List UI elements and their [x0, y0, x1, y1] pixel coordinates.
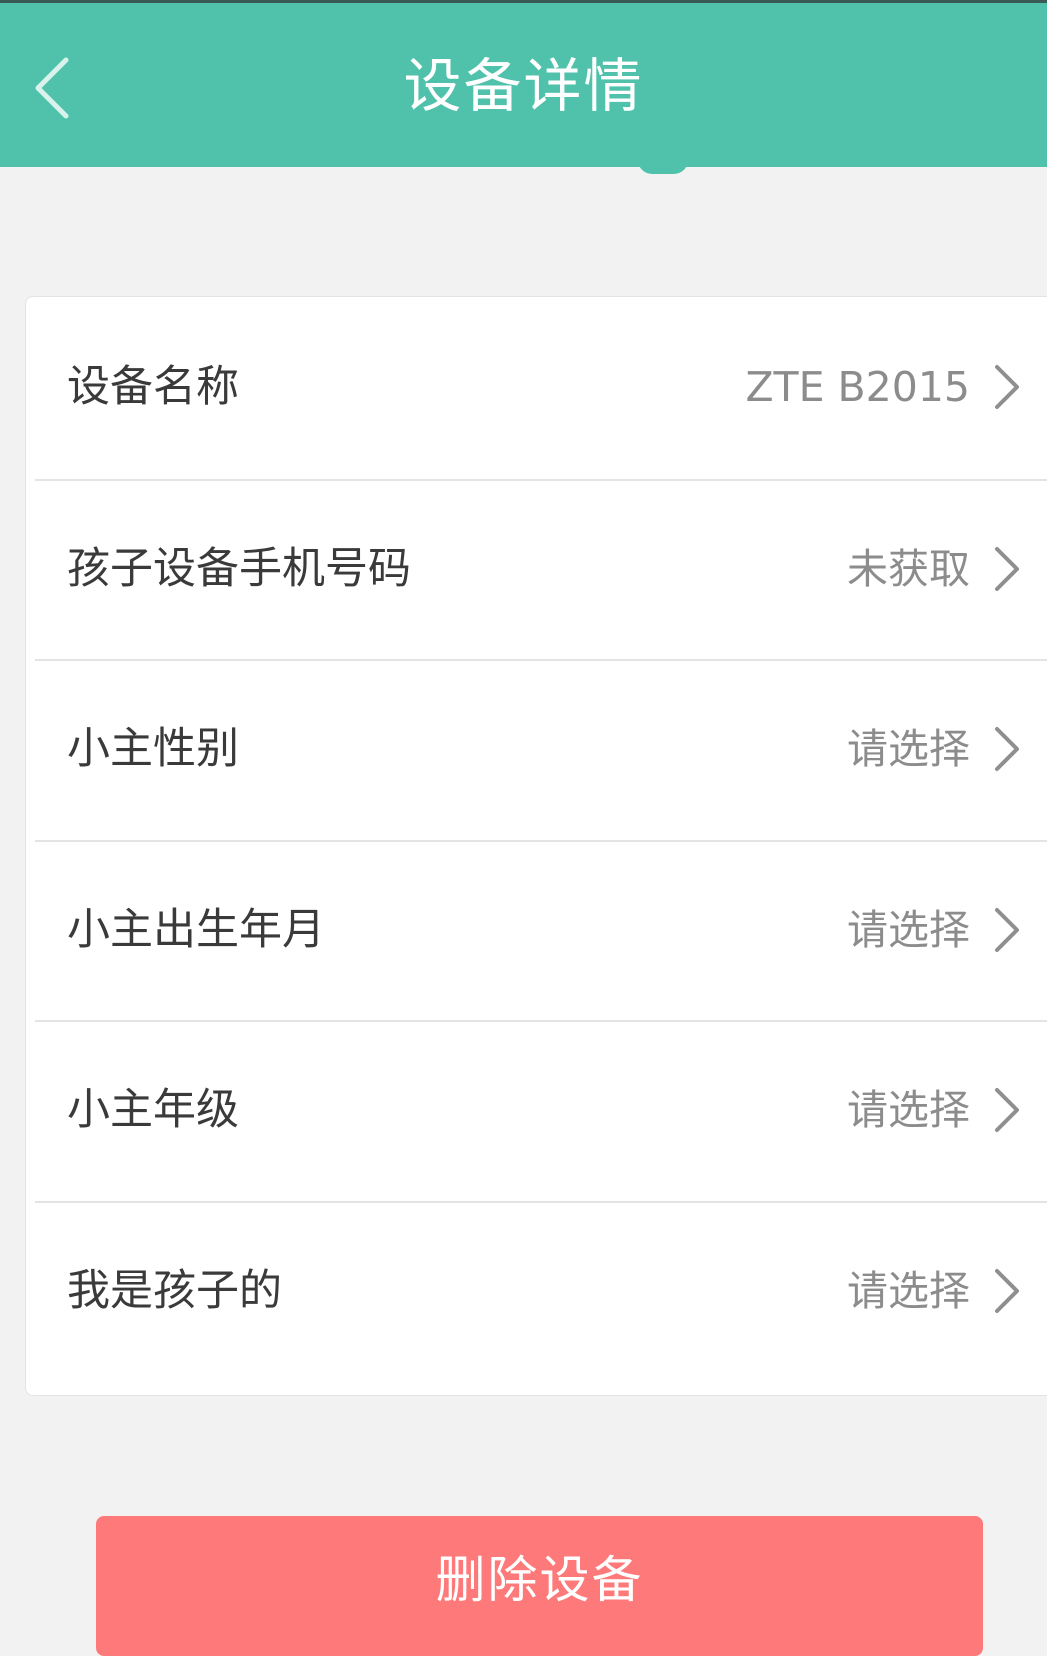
- app-header: 设备详情: [0, 0, 1047, 167]
- chevron-right-icon: [985, 902, 1025, 958]
- row-label: 设备名称: [67, 362, 239, 412]
- delete-device-button[interactable]: 删除设备: [96, 1516, 983, 1656]
- row-value: 请选择: [847, 1086, 970, 1134]
- chevron-right-icon: [985, 541, 1025, 597]
- row-grade[interactable]: 小主年级 请选择: [35, 1020, 1047, 1200]
- row-label: 孩子设备手机号码: [67, 544, 411, 594]
- row-relationship[interactable]: 我是孩子的 请选择: [35, 1201, 1047, 1381]
- row-value: 请选择: [847, 1267, 970, 1315]
- row-phone-number[interactable]: 孩子设备手机号码 未获取: [35, 479, 1047, 659]
- row-label: 我是孩子的: [67, 1266, 282, 1316]
- row-device-name[interactable]: 设备名称 ZTE B2015: [35, 297, 1047, 477]
- header-notch: [638, 160, 688, 174]
- row-value: 未获取: [847, 545, 970, 593]
- chevron-right-icon: [985, 721, 1025, 777]
- chevron-right-icon: [985, 1082, 1025, 1138]
- row-label: 小主出生年月: [67, 905, 325, 955]
- device-details-card: 设备名称 ZTE B2015 孩子设备手机号码 未获取 小主性别 请选择 小主出…: [25, 296, 1047, 1396]
- row-birth-date[interactable]: 小主出生年月 请选择: [35, 840, 1047, 1020]
- chevron-right-icon: [985, 1263, 1025, 1319]
- chevron-right-icon: [985, 359, 1025, 415]
- row-value: ZTE B2015: [745, 363, 970, 411]
- page-title: 设备详情: [403, 52, 644, 120]
- row-value: 请选择: [847, 725, 970, 773]
- row-gender[interactable]: 小主性别 请选择: [35, 659, 1047, 839]
- row-label: 小主年级: [67, 1085, 239, 1135]
- row-value: 请选择: [847, 906, 970, 954]
- row-label: 小主性别: [67, 724, 239, 774]
